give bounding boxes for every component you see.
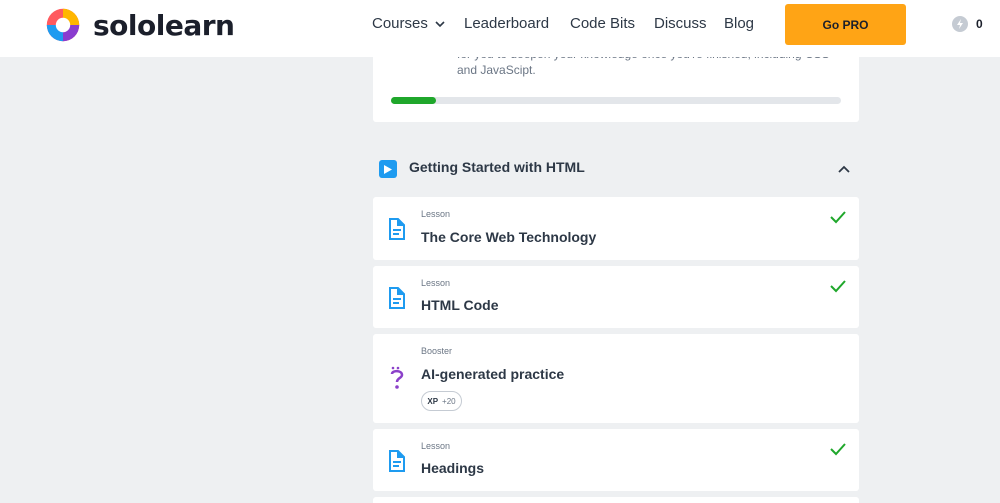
item-title: Headings — [421, 460, 485, 476]
nav-discuss[interactable]: Discuss — [654, 14, 724, 34]
sololearn-logo[interactable]: sololearn — [45, 6, 235, 44]
document-icon — [389, 287, 405, 309]
nav-courses-label: Courses — [372, 15, 428, 32]
nav-discuss-label: Discuss — [654, 15, 707, 32]
item-type-label: Lesson — [421, 441, 451, 451]
item-title: The Core Web Technology — [421, 229, 597, 245]
energy-counter[interactable]: 0 — [952, 16, 983, 32]
main-nav: Courses Leaderboard Code Bits Discuss Bl… — [372, 14, 764, 34]
item-title: AI-generated practice — [421, 366, 565, 382]
nav-blog[interactable]: Blog — [724, 14, 764, 34]
check-icon — [830, 280, 846, 293]
module-progress-fill — [391, 97, 436, 104]
bolt-icon — [952, 16, 968, 32]
nav-leaderboard-label: Leaderboard — [464, 15, 550, 32]
nav-code-bits-label: Code Bits — [570, 15, 636, 32]
lesson-item-core-web-technology[interactable]: Lesson The Core Web Technology — [373, 197, 859, 260]
xp-label: XP — [427, 396, 439, 406]
list-item[interactable] — [373, 497, 859, 503]
top-navbar: sololearn Courses Leaderboard Code Bits … — [0, 0, 1000, 57]
item-title: HTML Code — [421, 297, 499, 313]
play-icon — [379, 160, 397, 178]
energy-count: 0 — [976, 17, 983, 31]
nav-courses[interactable]: Courses — [372, 14, 464, 34]
check-icon — [830, 443, 846, 456]
check-icon — [830, 211, 846, 224]
item-type-label: Booster — [421, 346, 453, 356]
chevron-down-icon — [435, 21, 445, 28]
section-header[interactable]: Getting Started with HTML — [373, 150, 859, 186]
booster-item-ai-practice[interactable]: Booster AI-generated practice XP +20 — [373, 334, 859, 423]
brand-name: sololearn — [93, 8, 235, 42]
xp-badge: XP +20 — [421, 391, 462, 411]
go-pro-button[interactable]: Go PRO — [785, 4, 906, 45]
nav-code-bits[interactable]: Code Bits — [570, 14, 654, 34]
sololearn-logo-icon — [46, 8, 80, 42]
document-icon — [389, 218, 405, 240]
nav-blog-label: Blog — [724, 15, 755, 32]
section-title: Getting Started with HTML — [409, 159, 585, 175]
item-type-label: Lesson — [421, 209, 451, 219]
item-type-label: Lesson — [421, 278, 451, 288]
lesson-item-html-code[interactable]: Lesson HTML Code — [373, 266, 859, 328]
nav-leaderboard[interactable]: Leaderboard — [464, 14, 570, 34]
question-icon — [390, 366, 404, 389]
xp-value: +20 — [442, 396, 456, 406]
lesson-item-headings[interactable]: Lesson Headings — [373, 429, 859, 491]
document-icon — [389, 450, 405, 472]
chevron-up-icon[interactable] — [837, 162, 851, 176]
module-progress-bar — [391, 97, 841, 104]
